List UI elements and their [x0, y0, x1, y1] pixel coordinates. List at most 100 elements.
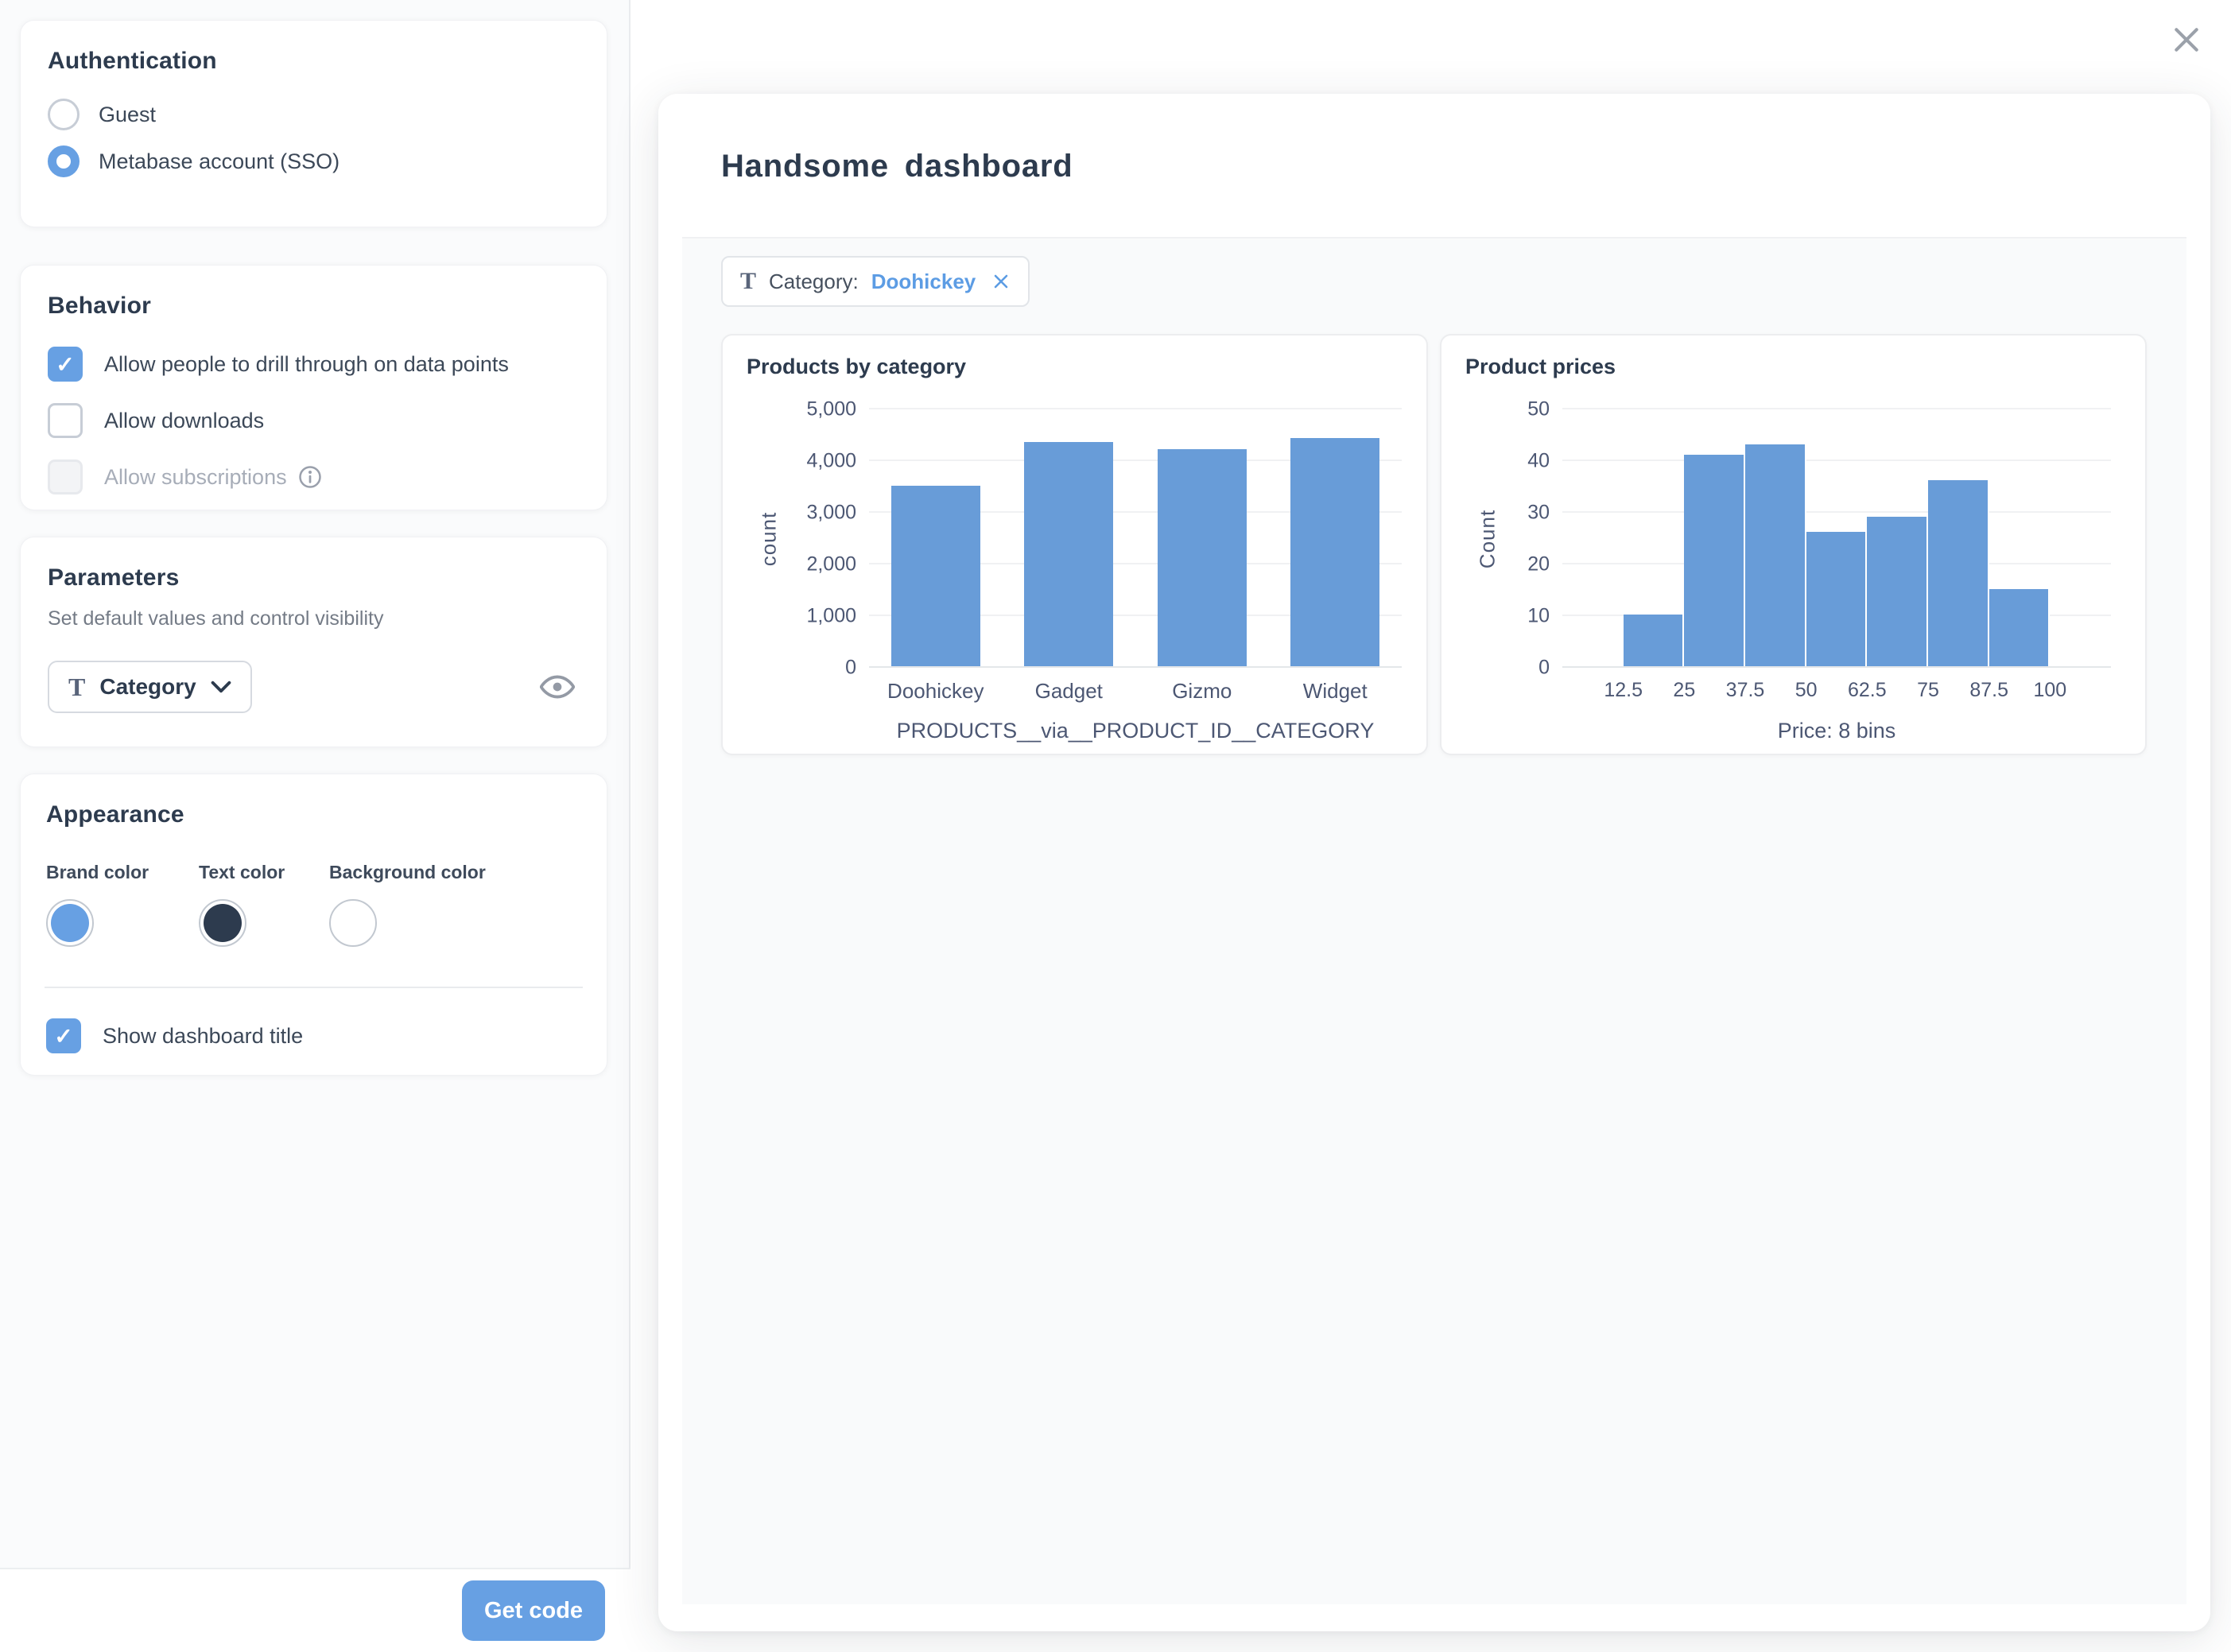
x-tick-label: 12.5 [1604, 679, 1643, 701]
y-axis-title: count [756, 511, 781, 566]
authentication-options: Guest Metabase account (SSO) [48, 99, 580, 177]
histogram-bar-62.5[interactable] [1867, 516, 1928, 666]
histogram-bar-50[interactable] [1806, 532, 1868, 666]
text-color-swatch[interactable] [199, 899, 246, 947]
category-filter-chip[interactable]: T Category: Doohickey [721, 256, 1030, 307]
histogram-bar-37.5[interactable] [1745, 444, 1806, 666]
parameter-name: Category [99, 674, 196, 699]
brand-color-field: Brand color [46, 862, 199, 947]
y-tick-label: 2,000 [806, 553, 856, 576]
y-axis-title: Count [1475, 509, 1500, 568]
product-prices-chart-card: Product prices 0 10 20 30 40 50 12.5 25 37.5 50 62.… [1440, 334, 2147, 755]
gridline [869, 408, 1402, 409]
brand-color-swatch[interactable] [46, 899, 94, 947]
x-category-label: Gadget [1034, 679, 1103, 703]
x-tick-label: 87.5 [1969, 679, 2008, 701]
gridline [1562, 511, 2111, 513]
dashboard-body: T Category: Doohickey Products by catego… [682, 238, 2186, 1604]
x-tick-label: 50 [1794, 679, 1818, 701]
background-color-field: Background color [329, 862, 486, 947]
checkbox-icon [48, 460, 83, 494]
histogram-bar-75[interactable] [1928, 480, 1989, 666]
products-by-category-chart-card: Products by category 0 1,000 2,000 3,000 4,00… [721, 334, 1428, 755]
authentication-title: Authentication [48, 48, 217, 74]
x-category-label: Gizmo [1172, 679, 1232, 703]
y-tick-label: 5,000 [806, 397, 856, 421]
chart-plot-area [869, 408, 1402, 668]
swatch-label: Text color [199, 862, 285, 882]
x-category-label: Doohickey [887, 679, 984, 703]
y-tick-label: 4,000 [806, 449, 856, 472]
y-tick-label: 40 [1527, 449, 1550, 472]
gridline [1562, 666, 2111, 668]
embed-settings-page: Authentication Guest Metabase account (S… [0, 0, 2231, 1652]
color-swatches: Brand color Text color Background color [21, 862, 607, 947]
checkbox-icon[interactable] [48, 347, 83, 382]
radio-icon[interactable] [48, 145, 80, 177]
checkbox-allow-drill-through[interactable]: Allow people to drill through on data po… [48, 347, 580, 382]
sidebar-footer: Get code [0, 1568, 630, 1652]
settings-sidebar: Authentication Guest Metabase account (S… [0, 0, 630, 1652]
parameter-row-category: T Category [48, 661, 580, 713]
appearance-card: Appearance Brand color Text color Backgr… [20, 774, 607, 1076]
gridline [1562, 408, 2111, 409]
x-tick-label: 25 [1673, 679, 1696, 701]
x-axis-title: Price: 8 bins [1777, 719, 1896, 743]
checkbox-icon[interactable] [46, 1018, 81, 1053]
behavior-title: Behavior [48, 293, 151, 319]
checkbox-icon[interactable] [48, 403, 83, 438]
appearance-header: Appearance [21, 801, 607, 828]
checkbox-allow-downloads[interactable]: Allow downloads [48, 403, 580, 438]
text-type-icon: T [68, 673, 86, 701]
info-icon[interactable] [298, 465, 322, 489]
category-parameter-dropdown[interactable]: T Category [48, 661, 252, 713]
gridline [1562, 460, 2111, 461]
visibility-eye-icon[interactable] [540, 673, 575, 700]
swatch-fill [51, 904, 89, 942]
checkbox-show-dashboard-title[interactable]: Show dashboard title [46, 1018, 581, 1053]
y-tick-label: 1,000 [806, 604, 856, 627]
filter-chip-label: Category: [769, 269, 859, 293]
radio-option-metabase-sso[interactable]: Metabase account (SSO) [48, 145, 580, 177]
text-type-icon: T [740, 268, 757, 294]
chart-title: Product prices [1465, 355, 1616, 378]
checkbox-label: Show dashboard title [103, 1023, 304, 1048]
text-color-field: Text color [199, 862, 329, 947]
histogram-bar-12.5[interactable] [1623, 615, 1685, 666]
x-tick-label: 100 [2033, 679, 2067, 701]
bar-doohickey[interactable] [890, 485, 980, 666]
y-tick-label: 10 [1527, 604, 1550, 627]
x-axis-title: PRODUCTS__via__PRODUCT_ID__CATEGORY [896, 719, 1375, 743]
divider [45, 987, 583, 988]
swatch-label: Background color [329, 862, 486, 882]
behavior-checkboxes: Allow people to drill through on data po… [48, 347, 580, 494]
radio-option-guest[interactable]: Guest [48, 99, 580, 130]
x-category-label: Widget [1302, 679, 1368, 703]
parameters-card: Parameters Set default values and contro… [20, 537, 607, 747]
radio-label: Guest [99, 102, 157, 126]
checkbox-label-text: Allow subscriptions [104, 464, 287, 489]
histogram-bar-87.5[interactable] [1988, 588, 2051, 666]
chevron-down-icon [211, 681, 231, 693]
close-icon[interactable] [2169, 22, 2204, 57]
bar-gadget[interactable] [1024, 441, 1114, 666]
chart-plot-area [1562, 408, 2111, 668]
bar-widget[interactable] [1290, 437, 1380, 666]
background-color-swatch[interactable] [329, 899, 377, 947]
filter-chip-value[interactable]: Doohickey [871, 270, 976, 294]
radio-icon[interactable] [48, 99, 80, 130]
authentication-card: Authentication Guest Metabase account (S… [20, 20, 607, 227]
swatch-fill [334, 904, 372, 942]
dashboard-preview-card: Handsome dashboard T Category: Doohickey… [658, 94, 2210, 1631]
y-tick-label: 0 [1538, 656, 1550, 679]
get-code-button[interactable]: Get code [462, 1580, 605, 1641]
checkbox-label: Allow downloads [104, 408, 265, 432]
remove-filter-icon[interactable] [991, 272, 1011, 291]
checkbox-label: Allow people to drill through on data po… [104, 351, 509, 376]
dashboard-cards-row: Products by category 0 1,000 2,000 3,000 4,00… [721, 334, 2147, 755]
checkbox-allow-subscriptions: Allow subscriptions [48, 460, 580, 494]
radio-label: Metabase account (SSO) [99, 149, 340, 173]
histogram-bar-25[interactable] [1684, 454, 1745, 666]
swatch-fill [204, 904, 242, 942]
bar-gizmo[interactable] [1157, 449, 1247, 666]
